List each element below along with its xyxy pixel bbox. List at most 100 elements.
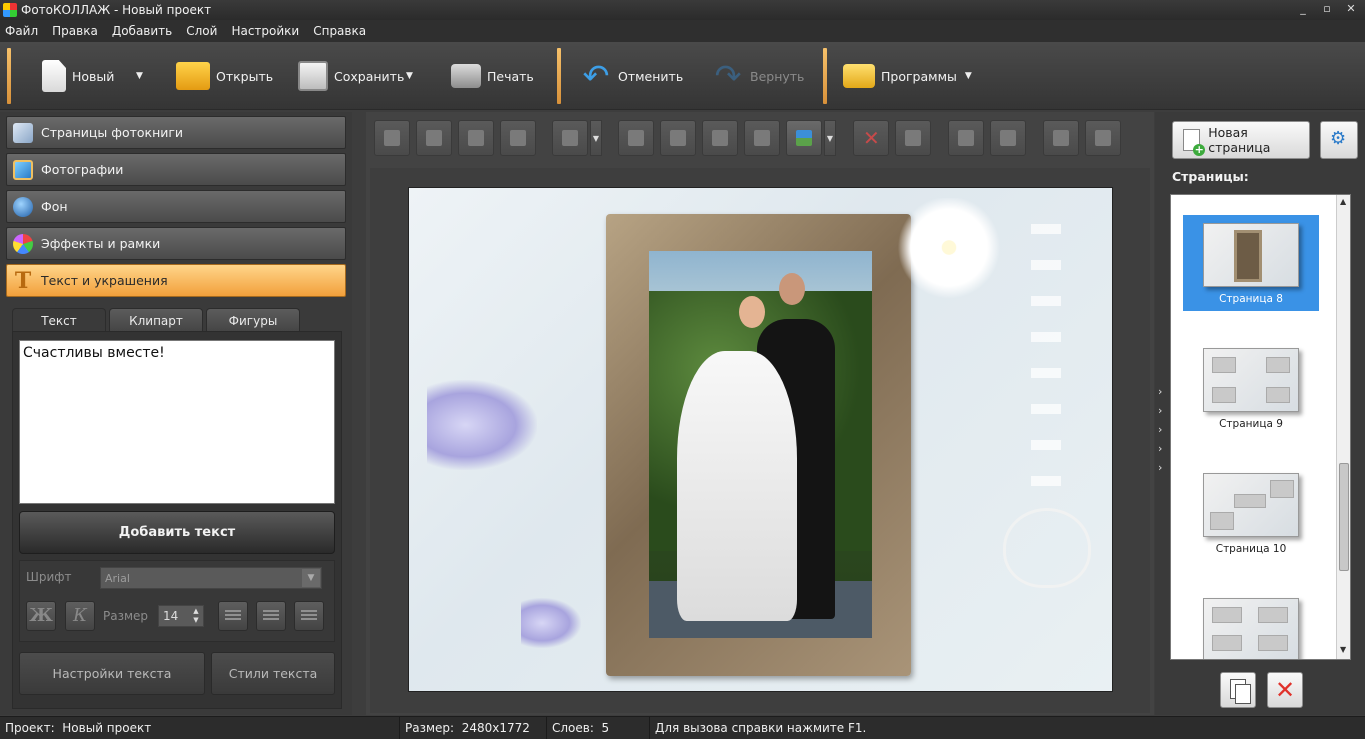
new-page-button[interactable]: Новая страница [1172, 121, 1310, 159]
scroll-up-icon[interactable]: ▲ [1340, 197, 1346, 206]
layer-order-back-icon[interactable] [500, 120, 536, 156]
section-background[interactable]: Фон [6, 190, 346, 223]
text-input[interactable]: Счастливы вместе! [19, 340, 335, 504]
text-styles-button[interactable]: Стили текста [211, 652, 335, 695]
align-dropdown-arrow[interactable]: ▼ [590, 120, 602, 156]
align-center-button[interactable] [256, 601, 286, 631]
tab-shapes[interactable]: Фигуры [206, 308, 300, 332]
section-photobook-pages[interactable]: Страницы фотокниги [6, 116, 346, 149]
folder-icon [176, 62, 210, 90]
page-thumb-9[interactable]: Страница 9 [1183, 340, 1319, 436]
section-photos[interactable]: Фотографии [6, 153, 346, 186]
menu-help[interactable]: Справка [313, 24, 366, 38]
butterfly-clipart[interactable] [521, 598, 581, 648]
menu-file[interactable]: Файл [5, 24, 38, 38]
panel-splitter[interactable]: › › › › › [1155, 112, 1167, 715]
programs-button[interactable]: Программы ▼ [843, 48, 972, 104]
text-settings-button[interactable]: Настройки текста [19, 652, 205, 695]
layer-order-front-icon[interactable] [374, 120, 410, 156]
photo-icon [13, 159, 33, 180]
window-title: ФотоКОЛЛАЖ - Новый проект [21, 3, 212, 17]
set-background-icon[interactable] [786, 120, 822, 156]
pages-scrollbar[interactable]: ▲ ▼ [1336, 195, 1350, 659]
maximize-button[interactable]: ▫ [1319, 1, 1335, 17]
tab-clipart[interactable]: Клипарт [109, 308, 203, 332]
background-icon [13, 196, 33, 217]
undo-button[interactable]: ↶ Отменить [580, 48, 684, 104]
page-thumbnail [1203, 223, 1299, 287]
scroll-down-icon[interactable]: ▼ [1340, 645, 1346, 654]
page-thumb-10[interactable]: Страница 10 [1183, 465, 1319, 561]
spin-buttons[interactable]: ▲ ▼ [190, 607, 202, 625]
section-effects-frames[interactable]: Эффекты и рамки [6, 227, 346, 260]
open-button-label: Открыть [216, 68, 274, 84]
redo-button[interactable]: ↷ Вернуть [712, 48, 805, 104]
print-button[interactable]: Печать [451, 48, 534, 104]
open-button[interactable]: Открыть [176, 48, 273, 104]
rotate-left-icon[interactable] [618, 120, 654, 156]
gear-icon[interactable] [1043, 120, 1079, 156]
menu-settings[interactable]: Настройки [231, 24, 299, 38]
copy-page-button[interactable] [1220, 672, 1256, 708]
layer-forward-icon[interactable] [416, 120, 452, 156]
layer-backward-icon[interactable] [458, 120, 494, 156]
new-dropdown-arrow[interactable]: ▼ [136, 48, 143, 104]
new-button[interactable]: Новый [42, 48, 114, 104]
collage-page[interactable] [408, 187, 1113, 692]
bold-button[interactable]: Ж [26, 601, 56, 631]
save-dropdown-arrow[interactable]: ▼ [406, 48, 413, 104]
rotate-right-icon[interactable] [660, 120, 696, 156]
delete-page-button[interactable]: ✕ [1267, 672, 1303, 708]
pages-list[interactable]: Страница 8 Страница 9 Страница 10 ▲ ▼ [1170, 194, 1351, 660]
page-thumb-8[interactable]: Страница 8 [1183, 215, 1319, 311]
chevron-right-icon: › [1158, 385, 1163, 398]
scissors-icon[interactable] [990, 120, 1026, 156]
align-objects-icon[interactable] [552, 120, 588, 156]
flower-clipart[interactable] [889, 198, 1009, 308]
minimize-button[interactable]: _ [1295, 1, 1311, 17]
save-button[interactable]: Сохранить [298, 48, 404, 104]
lock-icon[interactable] [1085, 120, 1121, 156]
window-controls: _ ▫ ✕ [1295, 1, 1359, 17]
font-settings-group: Шрифт Arial ▼ Ж К Размер 14 ▲ ▼ [19, 560, 335, 642]
flip-horizontal-icon[interactable] [702, 120, 738, 156]
thumbnail-slot [1212, 635, 1242, 651]
font-select[interactable]: Arial ▼ [100, 567, 322, 589]
redo-button-label: Вернуть [750, 68, 805, 84]
close-button[interactable]: ✕ [1343, 1, 1359, 17]
photo-bride-head [739, 296, 765, 328]
menu-add[interactable]: Добавить [112, 24, 172, 38]
pearl-beads-decoration[interactable] [1031, 198, 1061, 508]
page-thumb-11[interactable] [1183, 590, 1319, 659]
tab-text[interactable]: Текст [12, 308, 106, 332]
wedding-photo[interactable] [649, 251, 872, 638]
new-document-icon [42, 60, 66, 92]
right-panel: Новая страница Страницы: Страница 8 Стра… [1167, 112, 1365, 715]
effects-icon[interactable] [948, 120, 984, 156]
undo-button-label: Отменить [618, 68, 684, 84]
align-left-button[interactable] [218, 601, 248, 631]
page-settings-button[interactable] [1320, 121, 1358, 159]
pearl-heart-clipart[interactable] [1003, 508, 1091, 588]
add-text-button[interactable]: Добавить текст [19, 511, 335, 554]
menu-layer[interactable]: Слой [186, 24, 217, 38]
chevron-down-icon: ▼ [302, 569, 320, 587]
thumbnail-slot [1210, 512, 1234, 530]
crop-icon[interactable] [895, 120, 931, 156]
section-label: Текст и украшения [41, 273, 168, 288]
flip-vertical-icon[interactable] [744, 120, 780, 156]
thumbnail-slot [1266, 387, 1290, 403]
font-size-stepper[interactable]: 14 ▲ ▼ [158, 605, 204, 627]
menu-bar: Файл Правка Добавить Слой Настройки Спра… [0, 20, 1365, 42]
delete-object-icon[interactable] [853, 120, 889, 156]
menu-edit[interactable]: Правка [52, 24, 98, 38]
italic-button[interactable]: К [65, 601, 95, 631]
thumbnail-slot [1270, 480, 1294, 498]
floppy-disk-icon [298, 61, 328, 91]
section-text-decorations[interactable]: T Текст и украшения [6, 264, 346, 297]
align-right-button[interactable] [294, 601, 324, 631]
butterfly-clipart[interactable] [427, 380, 537, 470]
background-dropdown-arrow[interactable]: ▼ [824, 120, 836, 156]
scroll-thumb[interactable] [1339, 463, 1349, 571]
chevron-right-icon: › [1158, 404, 1163, 417]
